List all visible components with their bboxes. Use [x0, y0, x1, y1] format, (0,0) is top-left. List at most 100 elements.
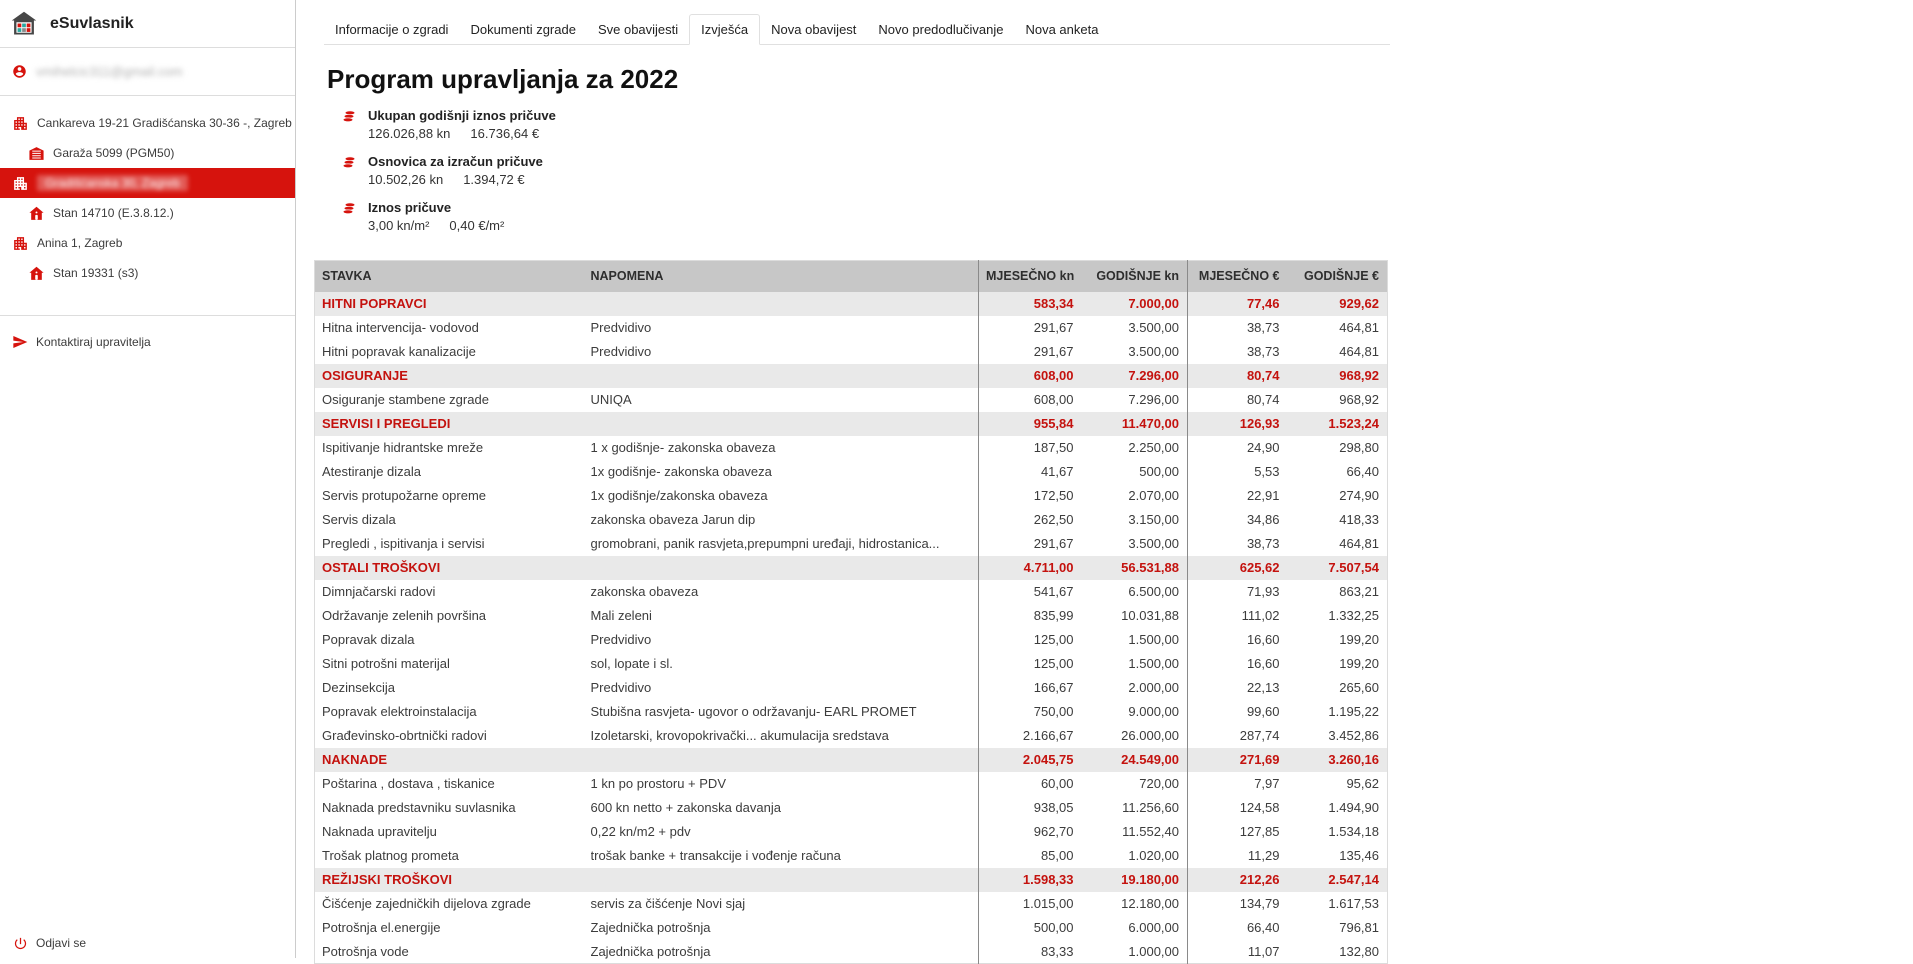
stavka-cell: OSTALI TROŠKOVI	[315, 556, 591, 580]
mjesecno-eur-cell: 127,85	[1188, 820, 1288, 844]
table-row: Pregledi , ispitivanja i servisi gromobr…	[315, 532, 1388, 556]
tab-label: Izvješća	[701, 22, 748, 37]
stavka-cell: Servis protupožarne opreme	[315, 484, 591, 508]
stavka-cell: SERVISI I PREGLEDI	[315, 412, 591, 436]
mjesecno-kn-cell: 172,50	[979, 484, 1082, 508]
table-row: Poštarina , dostava , tiskanice 1 kn po …	[315, 772, 1388, 796]
tab-label: Dokumenti zgrade	[470, 22, 576, 37]
godisnje-kn-cell: 500,00	[1082, 460, 1188, 484]
stavka-cell: REŽIJSKI TROŠKOVI	[315, 868, 591, 892]
mjesecno-eur-cell: 24,90	[1188, 436, 1288, 460]
main-content: Informacije o zgradi Dokumenti zgrade Sv…	[296, 0, 1913, 958]
table-row: Popravak elektroinstalacija Stubišna ras…	[315, 700, 1388, 724]
godisnje-kn-cell: 12.180,00	[1082, 892, 1188, 916]
godisnje-kn-cell: 1.500,00	[1082, 652, 1188, 676]
mjesecno-kn-cell: 60,00	[979, 772, 1082, 796]
mjesecno-eur-cell: 5,53	[1188, 460, 1288, 484]
table-header-row: STAVKANAPOMENAMJESEČNO knGODIŠNJE knMJES…	[315, 261, 1388, 292]
napomena-cell: 1x godišnje- zakonska obaveza	[591, 460, 979, 484]
mjesecno-eur-cell: 271,69	[1188, 748, 1288, 772]
sidebar: eSuvlasnik vmihelcic311@gmail.com Cankar…	[0, 0, 296, 958]
app-logo: eSuvlasnik	[0, 0, 295, 48]
table-row: Hitni popravak kanalizacije Predvidivo 2…	[315, 340, 1388, 364]
logout-button[interactable]: Odjavi se	[0, 928, 295, 958]
godisnje-eur-cell: 199,20	[1288, 652, 1388, 676]
tab-sve-obavijesti[interactable]: Sve obavijesti	[587, 15, 689, 44]
contact-manager-button[interactable]: Kontaktiraj upravitelja	[0, 327, 295, 357]
tabbar: Informacije o zgradi Dokumenti zgrade Sv…	[324, 14, 1390, 45]
mjesecno-kn-cell: 125,00	[979, 652, 1082, 676]
garage-icon	[28, 145, 45, 162]
coins-icon	[341, 201, 357, 217]
mjesecno-eur-cell: 66,40	[1188, 916, 1288, 940]
stavka-cell: Hitni popravak kanalizacije	[315, 340, 591, 364]
page-title: Program upravljanja za 2022	[327, 66, 1913, 92]
godisnje-eur-cell: 1.617,53	[1288, 892, 1388, 916]
sidebar-item-stan-14710-e-3-8-12[interactable]: Stan 14710 (E.3.8.12.)	[0, 198, 295, 228]
godisnje-eur-cell: 796,81	[1288, 916, 1388, 940]
godisnje-kn-cell: 56.531,88	[1082, 556, 1188, 580]
stavka-cell: Trošak platnog prometa	[315, 844, 591, 868]
sidebar-item-label: Stan 14710 (E.3.8.12.)	[53, 206, 174, 220]
godisnje-eur-cell: 95,62	[1288, 772, 1388, 796]
godisnje-kn-cell: 1.500,00	[1082, 628, 1188, 652]
tab-label: Nova anketa	[1025, 22, 1098, 37]
summary-item: Ukupan godišnji iznos pričuve 126.026,88…	[341, 108, 1913, 141]
napomena-cell: Predvidivo	[591, 628, 979, 652]
mjesecno-eur-cell: 7,97	[1188, 772, 1288, 796]
godisnje-eur-cell: 418,33	[1288, 508, 1388, 532]
mjesecno-eur-cell: 16,60	[1188, 628, 1288, 652]
godisnje-kn-cell: 26.000,00	[1082, 724, 1188, 748]
napomena-cell: UNIQA	[591, 388, 979, 412]
mjesecno-kn-cell: 2.045,75	[979, 748, 1082, 772]
godisnje-kn-cell: 3.150,00	[1082, 508, 1188, 532]
mjesecno-kn-cell: 166,67	[979, 676, 1082, 700]
godisnje-kn-cell: 7.000,00	[1082, 292, 1188, 316]
tab-izvjesca[interactable]: Izvješća	[689, 14, 760, 45]
stavka-cell: Naknada predstavniku suvlasnika	[315, 796, 591, 820]
mjesecno-kn-cell: 2.166,67	[979, 724, 1082, 748]
godisnje-eur-cell: 1.523,24	[1288, 412, 1388, 436]
mjesecno-eur-cell: 124,58	[1188, 796, 1288, 820]
sidebar-item-garaza-5099-pgm50[interactable]: Garaža 5099 (PGM50)	[0, 138, 295, 168]
tab-novo-predodlucivanje[interactable]: Novo predodlučivanje	[867, 15, 1014, 44]
tab-dokumenti-zgrade[interactable]: Dokumenti zgrade	[459, 15, 587, 44]
sidebar-item-cankareva-19-21-gradiscanska-30-36-zagreb[interactable]: Cankareva 19-21 Gradišćanska 30-36 -, Za…	[0, 108, 295, 138]
napomena-cell: gromobrani, panik rasvjeta,prepumpni ure…	[591, 532, 979, 556]
mjesecno-kn-cell: 750,00	[979, 700, 1082, 724]
stavka-cell: HITNI POPRAVCI	[315, 292, 591, 316]
godisnje-eur-cell: 274,90	[1288, 484, 1388, 508]
sidebar-item-anina-1-zagreb[interactable]: Anina 1, Zagreb	[0, 228, 295, 258]
table-row: Trošak platnog prometa trošak banke + tr…	[315, 844, 1388, 868]
sidebar-item-gradiscanska-30-zagreb[interactable]: Gradišćanska 30, Zagreb	[0, 168, 295, 198]
godisnje-kn-cell: 11.256,60	[1082, 796, 1188, 820]
tab-informacije-o-zgradi[interactable]: Informacije o zgradi	[324, 15, 459, 44]
napomena-cell: 1 x godišnje- zakonska obaveza	[591, 436, 979, 460]
mjesecno-eur-cell: 11,07	[1188, 940, 1288, 964]
table-group-row: OSTALI TROŠKOVI 4.711,00 56.531,88 625,6…	[315, 556, 1388, 580]
mjesecno-kn-cell: 608,00	[979, 388, 1082, 412]
summary-label: Osnovica za izračun pričuve	[368, 154, 543, 169]
godisnje-eur-cell: 1.494,90	[1288, 796, 1388, 820]
table-row: Dimnjačarski radovi zakonska obaveza 541…	[315, 580, 1388, 604]
godisnje-eur-cell: 464,81	[1288, 340, 1388, 364]
sidebar-item-stan-19331-s3[interactable]: Stan 19331 (s3)	[0, 258, 295, 288]
summary-item: Osnovica za izračun pričuve 10.502,26 kn…	[341, 154, 1913, 187]
napomena-cell: Predvidivo	[591, 676, 979, 700]
table-row: Servis dizala zakonska obaveza Jarun dip…	[315, 508, 1388, 532]
godisnje-kn-cell: 3.500,00	[1082, 316, 1188, 340]
account-icon	[12, 64, 27, 79]
summary-value-kn: 10.502,26 kn	[368, 172, 443, 187]
godisnje-eur-cell: 1.332,25	[1288, 604, 1388, 628]
table-group-row: OSIGURANJE 608,00 7.296,00 80,74 968,92	[315, 364, 1388, 388]
mjesecno-kn-cell: 83,33	[979, 940, 1082, 964]
mjesecno-eur-cell: 11,29	[1188, 844, 1288, 868]
sidebar-item-label: Anina 1, Zagreb	[37, 236, 122, 250]
godisnje-kn-cell: 720,00	[1082, 772, 1188, 796]
stavka-cell: Servis dizala	[315, 508, 591, 532]
tab-nova-anketa[interactable]: Nova anketa	[1014, 15, 1109, 44]
mjesecno-eur-cell: 38,73	[1188, 316, 1288, 340]
table-row: Atestiranje dizala 1x godišnje- zakonska…	[315, 460, 1388, 484]
tab-nova-obavijest[interactable]: Nova obavijest	[760, 15, 867, 44]
mjesecno-eur-cell: 38,73	[1188, 532, 1288, 556]
